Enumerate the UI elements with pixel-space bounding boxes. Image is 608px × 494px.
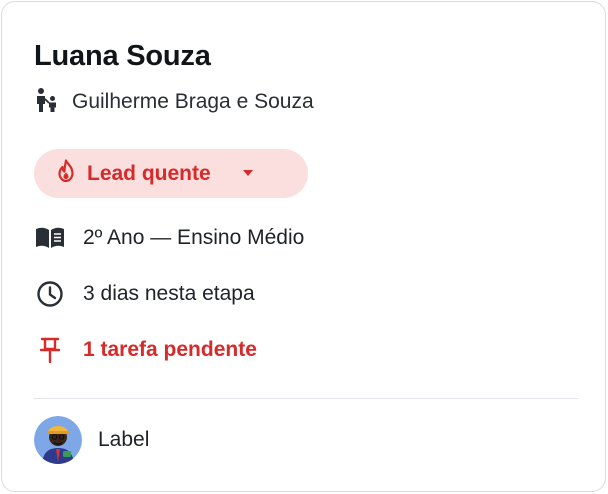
clock-icon <box>34 279 66 309</box>
parent-child-icon <box>34 87 60 118</box>
stage-time-text: 3 dias nesta etapa <box>83 282 255 305</box>
pending-task-row[interactable]: 1 tarefa pendente <box>34 335 257 365</box>
assignee-row[interactable]: Label <box>34 415 149 465</box>
lead-status-label: Lead quente <box>87 161 211 185</box>
grade-text: 2º Ano — Ensino Médio <box>83 226 305 249</box>
grade-row: 2º Ano — Ensino Médio <box>34 223 304 253</box>
book-icon <box>34 223 66 253</box>
guardian-row: Guilherme Braga e Souza <box>34 87 314 118</box>
caret-down-icon <box>241 165 255 183</box>
fire-icon <box>56 159 76 188</box>
lead-card[interactable]: Luana Souza Guilherme Braga e Souza Lead… <box>1 1 606 492</box>
pending-task-text: 1 tarefa pendente <box>83 338 257 361</box>
pin-icon <box>34 335 66 365</box>
lead-status-dropdown[interactable]: Lead quente <box>34 149 308 198</box>
guardian-name: Guilherme Braga e Souza <box>72 90 314 113</box>
student-name: Luana Souza <box>34 40 211 72</box>
avatar <box>34 416 82 464</box>
divider <box>34 398 578 399</box>
assignee-label: Label <box>98 428 150 451</box>
stage-time-row: 3 dias nesta etapa <box>34 279 255 309</box>
